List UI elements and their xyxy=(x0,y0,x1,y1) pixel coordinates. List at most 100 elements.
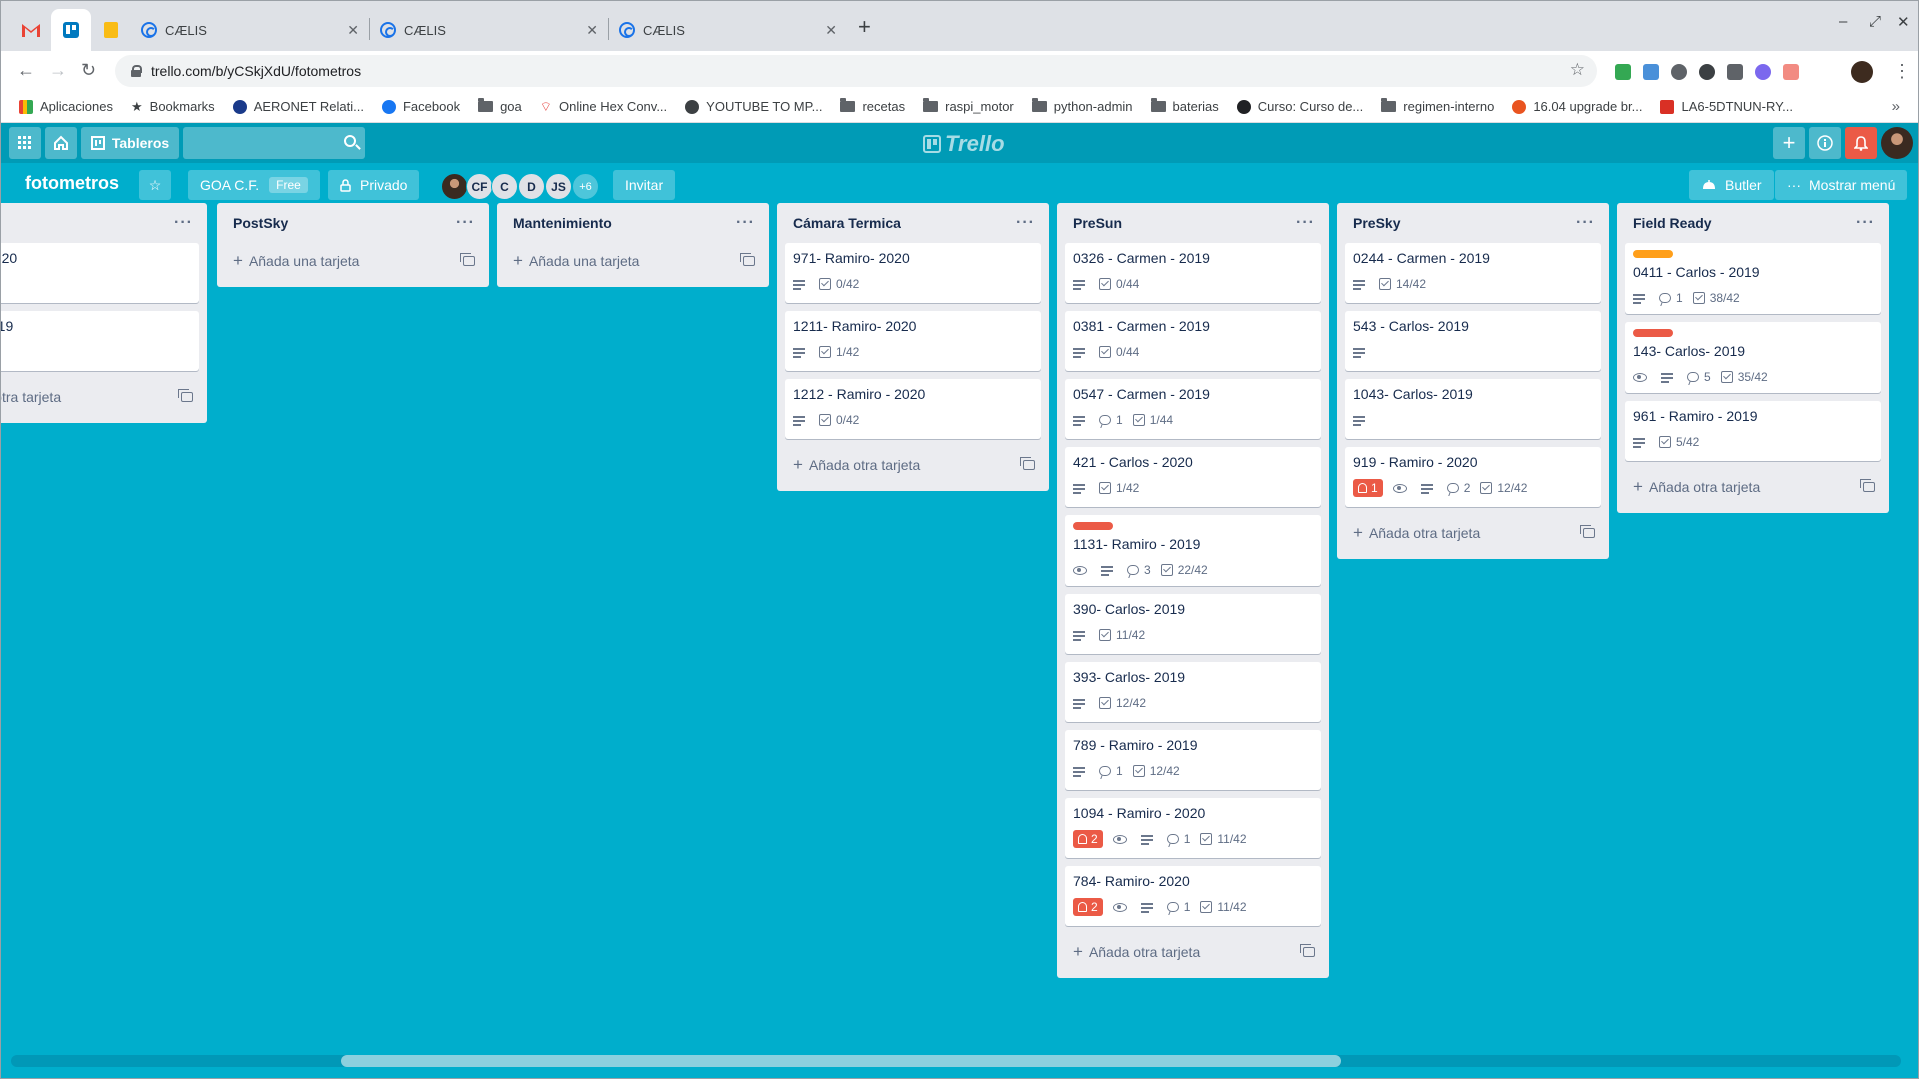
card[interactable]: 543 - Carlos- 2019 xyxy=(1345,311,1601,371)
member-avatar[interactable]: C xyxy=(491,173,518,200)
card[interactable]: 1211- Ramiro- 2020 1/42 xyxy=(785,311,1041,371)
list-menu-icon[interactable]: ··· xyxy=(736,214,755,232)
card[interactable]: 390- Carlos- 2019 11/42 xyxy=(1065,594,1321,654)
bookmark-upgrade[interactable]: 16.04 upgrade br... xyxy=(1512,99,1642,114)
card[interactable]: 0547 - Carmen - 2019 1 1/44 xyxy=(1065,379,1321,439)
board-search-input[interactable] xyxy=(183,127,365,159)
bookmark-regimen-interno[interactable]: regimen-interno xyxy=(1381,98,1494,114)
card[interactable]: 143- Carlos- 2019 5 35/42 xyxy=(1625,322,1881,393)
list-menu-icon[interactable]: ··· xyxy=(456,214,475,232)
extension-purple-icon[interactable] xyxy=(1755,64,1771,80)
forward-button[interactable]: → xyxy=(49,60,67,81)
bookmark-python-admin[interactable]: python-admin xyxy=(1031,98,1133,114)
bookmark-aplicaciones[interactable]: Aplicaciones xyxy=(19,99,113,114)
address-bar[interactable]: trello.com/b/yCSkjXdU/fotometros ☆ xyxy=(115,55,1597,87)
card[interactable]: 0244 - Carmen - 2019 14/42 xyxy=(1345,243,1601,303)
list-header[interactable]: PreSky ··· xyxy=(1345,203,1601,243)
list-menu-icon[interactable]: ··· xyxy=(174,214,193,232)
add-card-button[interactable]: + Añada otra tarjeta xyxy=(1345,515,1601,551)
card-template-icon[interactable] xyxy=(460,253,475,266)
member-avatar[interactable]: JS xyxy=(545,173,572,200)
list-header[interactable]: PostSky ··· xyxy=(225,203,481,243)
bookmark-aeronet[interactable]: AERONET Relati... xyxy=(232,99,364,114)
home-button[interactable] xyxy=(45,127,77,159)
list-menu-icon[interactable]: ··· xyxy=(1016,214,1035,232)
list-title[interactable]: PreSky xyxy=(1353,215,1400,231)
reload-button[interactable]: ↻ xyxy=(81,60,96,81)
add-card-button[interactable]: + Añada una tarjeta xyxy=(505,243,761,279)
notifications-button[interactable] xyxy=(1845,127,1877,159)
add-card-button[interactable]: + Añada otra tarjeta xyxy=(1065,934,1321,970)
list-header[interactable]: Field Ready ··· xyxy=(1625,203,1881,243)
bookmark-hex-conv[interactable]: ⌔ Online Hex Conv... xyxy=(540,99,667,115)
scrollbar-thumb[interactable] xyxy=(341,1055,1341,1067)
apps-switcher-button[interactable] xyxy=(9,127,41,159)
extension-screen-icon[interactable] xyxy=(1643,64,1659,80)
member-avatar[interactable]: CF xyxy=(466,173,493,200)
card[interactable]: rlos - 2020 0/42 xyxy=(1,243,199,303)
list-title[interactable]: Mantenimiento xyxy=(513,215,612,231)
back-button[interactable]: ← xyxy=(17,60,35,81)
card[interactable]: 1212 - Ramiro - 2020 0/42 xyxy=(785,379,1041,439)
extension-google-icon[interactable] xyxy=(1615,64,1631,80)
card-template-icon[interactable] xyxy=(1020,457,1035,470)
create-button[interactable]: + xyxy=(1773,127,1805,159)
card-template-icon[interactable] xyxy=(740,253,755,266)
card-template-icon[interactable] xyxy=(1300,944,1315,957)
board-horizontal-scrollbar[interactable] xyxy=(11,1055,1901,1067)
member-avatar-photo[interactable] xyxy=(441,173,468,200)
team-button[interactable]: GOA C.F. Free xyxy=(188,170,320,200)
list-menu-icon[interactable]: ··· xyxy=(1856,214,1875,232)
bookmark-recetas[interactable]: recetas xyxy=(840,98,905,114)
list-header[interactable]: Cámara Termica ··· xyxy=(785,203,1041,243)
add-card-button[interactable]: + Añada otra tarjeta xyxy=(1625,469,1881,505)
bookmark-la6[interactable]: LA6-5DTNUN-RY... xyxy=(1660,99,1793,114)
bookmark-curso[interactable]: Curso: Curso de... xyxy=(1236,99,1363,114)
chrome-menu-icon[interactable]: ⋮ xyxy=(1893,61,1911,82)
card[interactable]: 1094 - Ramiro - 2020 2 1 11/42 xyxy=(1065,798,1321,858)
bookmark-facebook[interactable]: Facebook xyxy=(381,99,460,114)
bookmark-raspi-motor[interactable]: raspi_motor xyxy=(923,98,1014,114)
list-menu-icon[interactable]: ··· xyxy=(1296,214,1315,232)
new-tab-button[interactable]: + xyxy=(858,14,871,40)
extension-arrow-icon[interactable] xyxy=(1783,64,1799,80)
card[interactable]: 0381 - Carmen - 2019 0/44 xyxy=(1065,311,1321,371)
bookmark-bookmarks[interactable]: ★ Bookmarks xyxy=(131,99,215,115)
list-title[interactable]: PostSky xyxy=(233,215,288,231)
extension-circle-icon[interactable] xyxy=(1671,64,1687,80)
card[interactable]: 0411 - Carlos - 2019 1 38/42 xyxy=(1625,243,1881,314)
info-button[interactable] xyxy=(1809,127,1841,159)
list-menu-icon[interactable]: ··· xyxy=(1576,214,1595,232)
invite-button[interactable]: Invitar xyxy=(613,170,676,200)
more-members-button[interactable]: +6 xyxy=(572,173,599,200)
boards-button[interactable]: Tableros xyxy=(81,127,179,159)
card-template-icon[interactable] xyxy=(178,389,193,402)
card-template-icon[interactable] xyxy=(1580,525,1595,538)
board-title[interactable]: fotometros xyxy=(25,173,119,194)
close-icon[interactable]: ✕ xyxy=(586,22,598,39)
bookmark-baterias[interactable]: baterias xyxy=(1150,98,1219,114)
more-bookmarks-button[interactable]: » xyxy=(1892,98,1900,115)
card[interactable]: 919 - Ramiro - 2020 1 2 12/42 xyxy=(1345,447,1601,507)
visibility-button[interactable]: Privado xyxy=(328,170,420,200)
star-board-button[interactable]: ☆ xyxy=(139,170,171,200)
card[interactable]: rlos- 2019 5/42 xyxy=(1,311,199,371)
trello-pinned-tab[interactable] xyxy=(51,9,91,51)
butler-button[interactable]: Butler xyxy=(1689,170,1774,200)
list-header[interactable]: ··· xyxy=(1,203,199,243)
maximize-button[interactable]: ⤢ xyxy=(1869,13,1881,30)
profile-avatar[interactable] xyxy=(1851,61,1873,83)
card[interactable]: 784- Ramiro- 2020 2 1 11/42 xyxy=(1065,866,1321,926)
extension-refresh-icon[interactable] xyxy=(1699,64,1715,80)
card-label[interactable] xyxy=(1633,329,1673,337)
list-title[interactable]: Cámara Termica xyxy=(793,215,901,231)
show-menu-button[interactable]: ··· Mostrar menú xyxy=(1775,170,1908,200)
close-icon[interactable]: ✕ xyxy=(825,22,837,39)
card[interactable]: 1043- Carlos- 2019 xyxy=(1345,379,1601,439)
add-card-button[interactable]: + Añada otra tarjeta xyxy=(785,447,1041,483)
keep-pinned-tab[interactable] xyxy=(91,9,131,51)
list-header[interactable]: Mantenimiento ··· xyxy=(505,203,761,243)
user-avatar[interactable] xyxy=(1881,127,1913,159)
card-label[interactable] xyxy=(1633,250,1673,258)
bookmark-youtube-mp[interactable]: YOUTUBE TO MP... xyxy=(685,99,822,114)
